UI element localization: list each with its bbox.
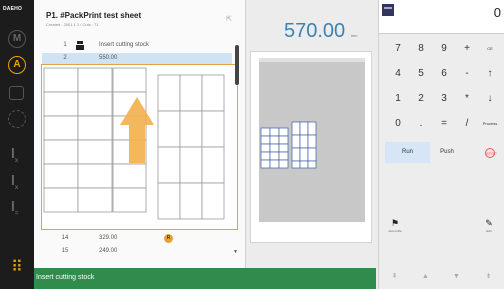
key-process[interactable]: Process (478, 113, 502, 134)
step-number: 1 (63, 42, 67, 48)
key-minus[interactable]: - (455, 63, 479, 84)
key-5[interactable]: 5 (409, 63, 433, 84)
lx-icon-2[interactable]: lx (11, 172, 18, 191)
job-title: P1. #PackPrint test sheet (46, 11, 142, 20)
keypad-display: 0 (379, 0, 504, 34)
step-badge: R (164, 234, 173, 243)
run-button[interactable]: Run (385, 142, 430, 163)
stop-button[interactable]: STOP (478, 142, 502, 163)
key-plus[interactable]: + (455, 38, 479, 59)
key-2[interactable]: 2 (409, 88, 433, 109)
step-list-scrollbar[interactable] (235, 45, 239, 85)
step-row[interactable]: 14 329.00 R (42, 233, 232, 245)
expand-icon[interactable]: ⇱ (223, 14, 235, 26)
step-row[interactable]: 15 249.00 (42, 246, 232, 258)
next-page-icon[interactable]: ▼ (441, 266, 472, 289)
navigation-bar: ⇞ ▲ ▼ ⇟ (379, 266, 504, 289)
keypad-display-value: 0 (493, 5, 501, 20)
a-circle-icon[interactable]: A (8, 56, 26, 74)
pencil-icon: ✎ (485, 218, 493, 228)
key-9[interactable]: 9 (432, 38, 456, 59)
key-0[interactable]: 0 (386, 113, 410, 134)
key-6[interactable]: 6 (432, 63, 456, 84)
edit-button[interactable]: ✎ Edit (479, 218, 499, 240)
key-1[interactable]: 1 (386, 88, 410, 109)
cut-layout-drawing (43, 67, 225, 220)
job-subtitle: Created : 2001.1.1 / Cuts : 71 (46, 22, 99, 27)
status-bar: Insert cutting stock (34, 268, 376, 289)
grid-menu-icon[interactable]: ⠿ (8, 259, 26, 277)
step-number: 14 (61, 235, 69, 241)
key-7[interactable]: 7 (386, 38, 410, 59)
sheet-preview-card (250, 51, 372, 243)
auto-knife-button[interactable]: ⚑ Auto knife (385, 218, 405, 240)
settings-icon[interactable] (8, 110, 26, 128)
step-number: 15 (61, 248, 69, 254)
knife-icon: ⚑ (390, 218, 400, 228)
cutting-machine-icon (76, 41, 84, 50)
auto-knife-label: Auto knife (388, 229, 402, 233)
previous-page-icon[interactable]: ▲ (410, 266, 441, 289)
key-equals[interactable]: = (432, 113, 456, 134)
key-up-arrow[interactable]: ↑ (478, 63, 502, 84)
preview-panel: 570.00 mm (248, 0, 376, 268)
status-message: Insert cutting stock (36, 274, 95, 281)
sheet-preview (259, 58, 365, 222)
key-8[interactable]: 8 (409, 38, 433, 59)
edit-label: Edit (486, 229, 492, 233)
keypad-panel: 0 7 8 9 + CE 4 5 6 - ↑ 1 2 3 * ↓ 0 . = /… (378, 0, 504, 289)
key-down-arrow[interactable]: ↓ (478, 88, 502, 109)
first-page-icon[interactable]: ⇞ (379, 266, 410, 289)
last-page-icon[interactable]: ⇟ (473, 266, 504, 289)
step-value: 550.00 (99, 55, 118, 61)
panel-icon[interactable] (9, 86, 24, 100)
key-decimal[interactable]: . (409, 113, 433, 134)
step-row[interactable]: 1 Insert cutting stock (42, 40, 232, 52)
step-number: 2 (63, 55, 67, 61)
lx-icon-1[interactable]: lx (11, 145, 18, 164)
lx-icon-3[interactable]: l= (11, 198, 18, 217)
key-divide[interactable]: / (455, 113, 479, 134)
step-value: Insert cutting stock (99, 42, 150, 48)
job-panel: P1. #PackPrint test sheet Created : 2001… (34, 0, 246, 268)
step-value: 329.00 (99, 235, 118, 241)
key-clear-entry[interactable]: CE (478, 38, 502, 59)
sheet-preview-drawing (260, 121, 317, 169)
left-rail: DAEHO M A lx lx l= ⠿ (0, 0, 34, 289)
key-3[interactable]: 3 (432, 88, 456, 109)
stop-button-label: STOP (485, 148, 497, 158)
calculator-icon (382, 4, 394, 16)
push-button[interactable]: Push (432, 142, 462, 163)
key-4[interactable]: 4 (386, 63, 410, 84)
m-circle-icon[interactable]: M (8, 30, 26, 48)
step-value: 249.00 (99, 248, 118, 254)
app-logo: DAEHO (3, 6, 23, 12)
scroll-down-icon[interactable]: ▼ (233, 249, 238, 255)
current-position: 570.00 mm (284, 20, 357, 43)
cut-layout-sheet[interactable] (41, 64, 238, 230)
key-multiply[interactable]: * (455, 88, 479, 109)
current-position-value: 570.00 (284, 20, 346, 42)
current-position-unit: mm (350, 33, 358, 38)
